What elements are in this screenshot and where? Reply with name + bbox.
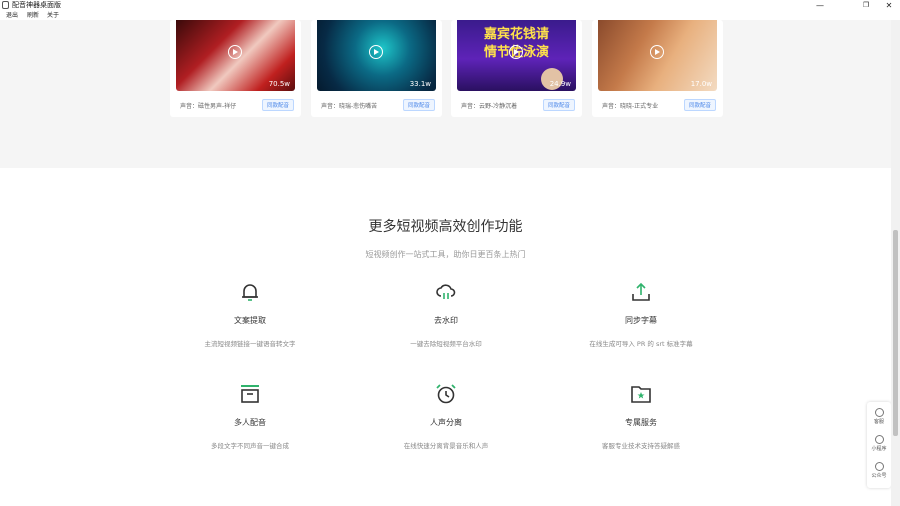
alarm-icon [436, 384, 456, 404]
scrollbar-thumb[interactable] [893, 230, 898, 436]
menu-item-refresh[interactable]: 刷新 [27, 11, 39, 20]
section-subtitle: 短视频创作一站式工具，助你日更百条上热门 [365, 250, 526, 259]
same-voice-button[interactable]: 同款配音 [684, 99, 716, 111]
feature-name: 人声分离 [430, 418, 462, 427]
feature-desc: 客服专业技术支持答疑解惑 [602, 442, 680, 450]
panel-label: 客服 [873, 419, 884, 425]
feature-desc: 一键去除短视频平台水印 [410, 340, 482, 348]
feature-desc: 在线生成可导入 PR 的 srt 标准字幕 [589, 340, 693, 348]
same-voice-button[interactable]: 同款配音 [543, 99, 575, 111]
menu-item-exit[interactable]: 退出 [6, 11, 18, 20]
bell-icon [242, 284, 258, 301]
view-count: 17.0w [690, 80, 712, 88]
video-thumbnail[interactable]: 70.5w [176, 20, 295, 91]
maximize-button[interactable]: ❐ [855, 0, 877, 11]
video-card[interactable]: 70.5w 声音：磁性男声-祥仔 同款配音 [170, 20, 301, 117]
cloud-icon [436, 284, 456, 299]
compass-icon [874, 435, 884, 444]
official-account-button[interactable]: 公众号 [867, 462, 891, 479]
thumbnail-caption: 嘉宾花钱请 [483, 27, 549, 42]
play-icon[interactable] [509, 45, 523, 59]
chat-icon [874, 408, 884, 417]
customer-service-button[interactable]: 客服 [867, 408, 891, 425]
view-count: 33.1w [409, 80, 431, 88]
feature-vocal-separation[interactable]: 人声分离 在线快速分离背景音乐和人声 [366, 382, 526, 450]
voice-label: 声音：磁性男声-祥仔 [180, 103, 237, 110]
main-content[interactable]: 70.5w 声音：磁性男声-祥仔 同款配音 33.1w 声音：晓瑞-悲伤嘴苦 同… [0, 20, 891, 506]
window-title: 配音神器桌面版 [12, 1, 61, 9]
app-icon [2, 1, 9, 9]
menu-bar: 退出 刷新 关于 [0, 11, 900, 20]
floating-panel: 客服 小程序 公众号 [867, 402, 891, 488]
feature-text-extract[interactable]: 文案提取 主流短视频链接一键语音转文字 [170, 280, 330, 348]
feature-name: 去水印 [434, 316, 458, 325]
feature-name: 专属服务 [625, 418, 657, 427]
panel-label: 小程序 [871, 446, 887, 452]
video-card[interactable]: 嘉宾花钱请 情节佐泳演 24.9w 声音：云野-冷静沉着 同款配音 [451, 20, 582, 117]
minimize-button[interactable]: — [809, 0, 831, 11]
box-icon [241, 385, 259, 403]
feature-desc: 在线快速分离背景音乐和人声 [403, 442, 489, 450]
vertical-scrollbar[interactable] [891, 20, 900, 506]
mini-program-button[interactable]: 小程序 [867, 435, 891, 452]
voice-label: 声音：晓瑞-悲伤嘴苦 [321, 103, 378, 110]
folder-star-icon [631, 386, 651, 403]
feature-desc: 主流短视频链接一键语音转文字 [204, 340, 296, 348]
video-examples-section: 70.5w 声音：磁性男声-祥仔 同款配音 33.1w 声音：晓瑞-悲伤嘴苦 同… [0, 20, 891, 168]
video-card[interactable]: 33.1w 声音：晓瑞-悲伤嘴苦 同款配音 [311, 20, 442, 117]
video-thumbnail[interactable]: 33.1w [317, 20, 436, 91]
upload-icon [632, 282, 650, 301]
close-button[interactable]: ✕ [878, 0, 900, 11]
feature-name: 多人配音 [234, 418, 266, 427]
wechat-icon [874, 462, 884, 471]
menu-item-about[interactable]: 关于 [47, 11, 59, 20]
video-thumbnail[interactable]: 17.0w [598, 20, 717, 91]
voice-label: 声音：晓晓-正式专业 [602, 103, 659, 110]
view-count: 24.9w [549, 80, 571, 88]
feature-watermark-remove[interactable]: 去水印 一键去除短视频平台水印 [366, 280, 526, 348]
same-voice-button[interactable]: 同款配音 [403, 99, 435, 111]
feature-name: 文案提取 [234, 316, 266, 325]
play-icon[interactable] [369, 45, 383, 59]
feature-multi-voice[interactable]: 多人配音 多段文字不同声音一键合成 [170, 382, 330, 450]
video-thumbnail[interactable]: 嘉宾花钱请 情节佐泳演 24.9w [457, 20, 576, 91]
voice-label: 声音：云野-冷静沉着 [461, 103, 518, 110]
view-count: 70.5w [268, 80, 290, 88]
feature-dedicated-service[interactable]: 专属服务 客服专业技术支持答疑解惑 [561, 382, 721, 450]
section-title: 更多短视频高效创作功能 [368, 219, 523, 235]
same-voice-button[interactable]: 同款配音 [262, 99, 294, 111]
feature-desc: 多段文字不同声音一键合成 [211, 442, 289, 450]
title-bar: 配音神器桌面版 — ❐ ✕ [0, 0, 900, 11]
panel-label: 公众号 [871, 473, 887, 479]
play-icon[interactable] [650, 45, 664, 59]
feature-subtitle-sync[interactable]: 同步字幕 在线生成可导入 PR 的 srt 标准字幕 [561, 280, 721, 348]
video-card[interactable]: 17.0w 声音：晓晓-正式专业 同款配音 [592, 20, 723, 117]
feature-name: 同步字幕 [625, 316, 657, 325]
play-icon[interactable] [228, 45, 242, 59]
